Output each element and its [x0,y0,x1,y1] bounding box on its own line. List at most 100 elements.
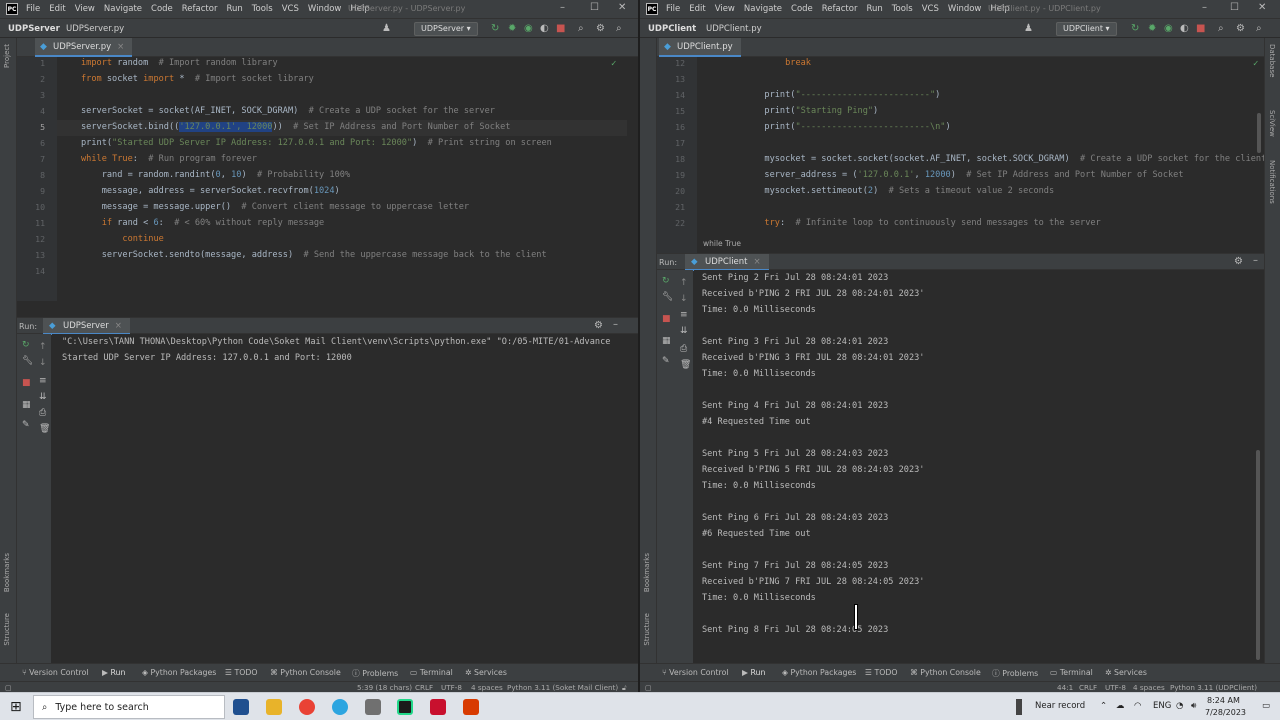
menu-window[interactable]: Window [948,4,982,14]
toolwindow-python-console[interactable]: ⌘ Python Console [270,668,341,677]
search-everywhere-icon[interactable]: ⌕ [616,23,622,34]
menu-refactor[interactable]: Refactor [182,4,218,14]
run-tab-udpserver[interactable]: ◆ UDPServer × [43,318,130,335]
sciview-tool-label[interactable]: SciView [1268,110,1276,137]
tab-udpclient[interactable]: ◆ UDPClient.py [659,38,741,57]
menu-edit[interactable]: Edit [49,4,65,14]
minimize-icon[interactable]: – [560,2,565,13]
breadcrumb[interactable]: UDPClient.py [706,24,762,34]
python-interpreter[interactable]: Python 3.11 (Soket Mail Client) [507,683,618,692]
profile-icon[interactable]: ◐ [1180,23,1189,34]
hide-panel-icon[interactable]: – [613,319,618,330]
menu-vcs[interactable]: VCS [922,4,939,14]
line-separator[interactable]: CRLF [1079,683,1097,692]
project-name[interactable]: UDPServer [8,24,60,34]
minimize-icon[interactable]: – [1202,2,1207,13]
office-icon[interactable] [463,699,479,715]
menu-code[interactable]: Code [151,4,173,14]
layout-icon[interactable]: ▢ [5,683,12,692]
user-icon[interactable]: ♟ [382,23,391,34]
client-code-editor[interactable]: 12 13 14 15 16 17 18 19 20 21 22 break print("----… [657,57,1264,253]
stop-icon[interactable]: ■ [1196,23,1205,34]
toolwindow-run[interactable]: ▶ Run [742,668,765,677]
toolwindow-terminal[interactable]: ▭ Terminal [410,668,453,677]
hide-panel-icon[interactable]: – [1253,255,1258,266]
file-encoding[interactable]: UTF-8 [441,683,462,692]
taskbar-search-input[interactable]: ⌕ Type here to search [33,695,225,719]
print-icon[interactable]: ⎙ [39,408,46,418]
tray-chevron-icon[interactable]: ⌃ [1100,701,1107,711]
lang-indicator[interactable]: ENG [1153,701,1171,711]
toolwindow-run[interactable]: ▶ Run [102,668,125,677]
server-code-editor[interactable]: 1 2 3 4 5 6 7 8 9 10 11 12 13 14 import random # Impo… [17,57,638,301]
menu-edit[interactable]: Edit [689,4,705,14]
project-tool-label[interactable]: Project [3,44,11,68]
menu-run[interactable]: Run [866,4,882,14]
app-icon[interactable] [365,699,381,715]
tab-udpserver[interactable]: ◆ UDPServer.py × [35,38,133,57]
toolwindow-todo[interactable]: ☰ TODO [225,668,258,677]
up-arrow-icon[interactable]: ↑ [680,278,688,288]
scroll-to-end-icon[interactable]: ⇊ [680,326,688,336]
near-record-label[interactable]: Near record [1035,701,1085,711]
close-tab-icon[interactable]: × [754,257,761,267]
clock-time[interactable]: 8:24 AM [1207,696,1240,705]
close-icon[interactable]: ✕ [618,2,626,13]
menu-run[interactable]: Run [226,4,242,14]
database-tool-label[interactable]: Database [1268,44,1276,77]
run-config-select[interactable]: UDPClient ▾ [1056,22,1117,36]
run-tab-udpclient[interactable]: ◆ UDPClient × [685,254,769,271]
chrome-icon[interactable] [299,699,315,715]
profile-icon[interactable]: ◐ [540,23,549,34]
layout-icon[interactable]: ▦ [22,400,31,410]
close-tab-icon[interactable]: × [115,321,122,331]
caret-position[interactable]: 5:39 (18 chars) [357,683,412,692]
toolwindow-terminal[interactable]: ▭ Terminal [1050,668,1093,677]
file-encoding[interactable]: UTF-8 [1105,683,1126,692]
indent-setting[interactable]: 4 spaces [471,683,503,692]
windows-start-icon[interactable]: ⊞ [10,699,22,715]
structure-tool-label[interactable]: Structure [3,613,11,646]
pin-icon[interactable]: ✎ [22,420,30,430]
menu-tools[interactable]: Tools [252,4,273,14]
toolwindow-services[interactable]: ✲ Services [465,668,507,677]
toolwindow-python-packages[interactable]: ◈ Python Packages [782,668,856,677]
menu-vcs[interactable]: VCS [282,4,299,14]
toolwindow-python-console[interactable]: ⌘ Python Console [910,668,981,677]
client-console-output[interactable]: Sent Ping 2 Fri Jul 28 08:24:01 2023 Rece… [694,270,1264,663]
python-interpreter[interactable]: Python 3.11 (UDPClient) [1170,683,1257,692]
menu-code[interactable]: Code [791,4,813,14]
settings-icon[interactable]: ⚙ [596,23,605,34]
server-console-output[interactable]: "C:\Users\TANN THONA\Desktop\Python Code… [52,334,638,663]
settings-icon[interactable]: ⚙ [1236,23,1245,34]
debug-icon[interactable]: ✹ [1148,23,1156,34]
maximize-icon[interactable]: ☐ [590,2,599,13]
layout-icon[interactable]: ▢ [645,683,652,692]
menu-view[interactable]: View [715,4,735,14]
editor-scrollbar[interactable] [1257,113,1261,153]
wifi-icon[interactable]: ◔ [1176,701,1183,711]
toolwindow-python-packages[interactable]: ◈ Python Packages [142,668,216,677]
menu-navigate[interactable]: Navigate [744,4,782,14]
indent-setting[interactable]: 4 spaces [1133,683,1165,692]
settings-icon[interactable]: ⚙ [594,320,603,331]
notification-icon[interactable]: ▭ [1262,701,1270,711]
project-name[interactable]: UDPClient [648,24,696,34]
scroll-to-end-icon[interactable]: ⇊ [39,392,47,402]
acrobat-icon[interactable] [430,699,446,715]
console-scrollbar[interactable] [1256,450,1260,660]
file-explorer-icon[interactable] [266,699,282,715]
breadcrumb[interactable]: UDPServer.py [66,24,124,34]
toolwindow-problems[interactable]: ⓘ Problems [992,668,1038,679]
wrench-icon[interactable]: 🔧︎ [662,292,673,302]
menu-navigate[interactable]: Navigate [104,4,142,14]
close-icon[interactable]: ✕ [1258,2,1266,13]
toolwindow-version-control[interactable]: ⑂ Version Control [662,668,729,677]
pycharm-taskbar-icon[interactable] [397,699,413,715]
toolwindow-version-control[interactable]: ⑂ Version Control [22,668,89,677]
rerun-icon[interactable]: ↻ [1131,23,1139,34]
layout-icon[interactable]: ▦ [662,336,671,346]
close-tab-icon[interactable]: × [117,42,124,52]
coverage-icon[interactable]: ◉ [1164,23,1173,34]
search-icon[interactable]: ⌕ [1218,23,1224,34]
